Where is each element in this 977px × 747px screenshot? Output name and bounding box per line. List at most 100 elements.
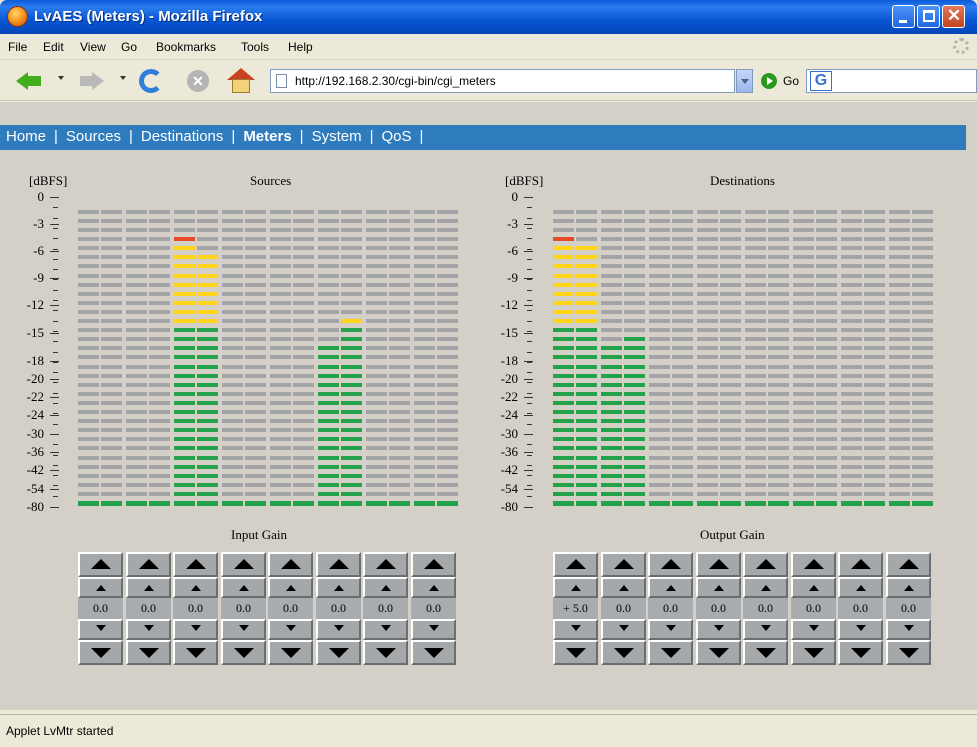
gain-down-large-button[interactable] (743, 640, 788, 665)
gain-up-large-button[interactable] (316, 552, 361, 577)
gain-down-large-button[interactable] (78, 640, 123, 665)
home-button[interactable] (226, 67, 256, 95)
nav-sources[interactable]: Sources (66, 128, 121, 145)
gain-down-large-button[interactable] (648, 640, 693, 665)
gain-up-small-button[interactable] (411, 577, 456, 598)
gain-up-large-button[interactable] (173, 552, 218, 577)
gain-down-small-button[interactable] (553, 619, 598, 640)
gain-down-large-button[interactable] (316, 640, 361, 665)
gain-down-large-button[interactable] (696, 640, 741, 665)
gain-down-large-button[interactable] (553, 640, 598, 665)
search-bar[interactable]: G (806, 69, 977, 93)
google-search-icon[interactable]: G (810, 71, 832, 91)
gain-down-large-button[interactable] (126, 640, 171, 665)
url-text[interactable]: http://192.168.2.30/cgi-bin/cgi_meters (295, 74, 496, 88)
gain-down-large-button[interactable] (173, 640, 218, 665)
menu-file[interactable]: File (8, 40, 27, 54)
meter-segment (864, 365, 885, 369)
nav-meters[interactable]: Meters (243, 128, 291, 145)
scale-minor-tick (53, 382, 58, 383)
gain-down-large-button[interactable] (363, 640, 408, 665)
gain-up-small-button[interactable] (78, 577, 123, 598)
nav-destinations[interactable]: Destinations (141, 128, 224, 145)
gain-down-small-button[interactable] (78, 619, 123, 640)
gain-down-small-button[interactable] (411, 619, 456, 640)
gain-up-large-button[interactable] (363, 552, 408, 577)
nav-home[interactable]: Home (6, 128, 46, 145)
gain-down-small-button[interactable] (791, 619, 836, 640)
gain-down-small-button[interactable] (886, 619, 931, 640)
gain-up-large-button[interactable] (886, 552, 931, 577)
back-history-dropdown-icon[interactable] (58, 76, 64, 80)
menu-view[interactable]: View (80, 40, 106, 54)
gain-up-small-button[interactable] (221, 577, 266, 598)
gain-up-large-button[interactable] (78, 552, 123, 577)
menu-go[interactable]: Go (121, 40, 137, 54)
gain-up-large-button[interactable] (221, 552, 266, 577)
menu-tools[interactable]: Tools (241, 40, 269, 54)
gain-down-large-button[interactable] (268, 640, 313, 665)
nav-qos[interactable]: QoS (382, 128, 412, 145)
menu-help[interactable]: Help (288, 40, 313, 54)
gain-up-small-button[interactable] (886, 577, 931, 598)
gain-down-small-button[interactable] (221, 619, 266, 640)
gain-up-small-button[interactable] (743, 577, 788, 598)
gain-up-small-button[interactable] (601, 577, 646, 598)
gain-down-small-button[interactable] (173, 619, 218, 640)
gain-up-small-button[interactable] (268, 577, 313, 598)
gain-up-small-button[interactable] (648, 577, 693, 598)
gain-up-small-button[interactable] (791, 577, 836, 598)
gain-down-large-button[interactable] (601, 640, 646, 665)
gain-down-small-button[interactable] (126, 619, 171, 640)
nav-system[interactable]: System (312, 128, 362, 145)
meter-segment (720, 465, 741, 469)
gain-down-small-button[interactable] (268, 619, 313, 640)
gain-down-small-button[interactable] (696, 619, 741, 640)
gain-down-large-button[interactable] (791, 640, 836, 665)
gain-up-large-button[interactable] (601, 552, 646, 577)
meter-segment (720, 255, 741, 259)
gain-up-small-button[interactable] (696, 577, 741, 598)
gain-up-small-button[interactable] (363, 577, 408, 598)
menu-bookmarks[interactable]: Bookmarks (156, 40, 216, 54)
gain-up-large-button[interactable] (553, 552, 598, 577)
gain-up-large-button[interactable] (791, 552, 836, 577)
gain-up-small-button[interactable] (316, 577, 361, 598)
gain-down-large-button[interactable] (411, 640, 456, 665)
gain-down-small-button[interactable] (648, 619, 693, 640)
menu-edit[interactable]: Edit (43, 40, 64, 54)
address-bar[interactable]: http://192.168.2.30/cgi-bin/cgi_meters (270, 69, 735, 93)
gain-down-large-button[interactable] (838, 640, 883, 665)
scale-tick (524, 251, 533, 252)
gain-down-small-button[interactable] (838, 619, 883, 640)
gain-up-large-button[interactable] (648, 552, 693, 577)
gain-up-large-button[interactable] (268, 552, 313, 577)
go-button[interactable]: Go (761, 72, 801, 92)
minimize-button[interactable] (892, 5, 915, 28)
gain-up-small-button[interactable] (173, 577, 218, 598)
stop-button[interactable]: ✕ (183, 67, 213, 95)
gain-up-small-button[interactable] (838, 577, 883, 598)
back-button[interactable] (14, 67, 44, 95)
gain-down-large-button[interactable] (221, 640, 266, 665)
gain-down-small-button[interactable] (743, 619, 788, 640)
gain-down-large-button[interactable] (886, 640, 931, 665)
gain-down-small-button[interactable] (316, 619, 361, 640)
gain-up-large-button[interactable] (411, 552, 456, 577)
meter-segment (78, 419, 99, 423)
gain-up-small-button[interactable] (553, 577, 598, 598)
gain-up-large-button[interactable] (743, 552, 788, 577)
close-button[interactable]: ✕ (942, 5, 965, 28)
gain-down-small-button[interactable] (601, 619, 646, 640)
gain-up-large-button[interactable] (838, 552, 883, 577)
url-history-dropdown[interactable] (736, 69, 753, 93)
forward-button[interactable] (76, 67, 106, 95)
gain-down-small-button[interactable] (363, 619, 408, 640)
gain-up-small-button[interactable] (126, 577, 171, 598)
gain-up-large-button[interactable] (696, 552, 741, 577)
gain-up-large-button[interactable] (126, 552, 171, 577)
forward-history-dropdown-icon[interactable] (120, 76, 126, 80)
reload-button[interactable] (136, 67, 166, 95)
vertical-scrollbar[interactable] (966, 102, 977, 710)
maximize-button[interactable] (917, 5, 940, 28)
